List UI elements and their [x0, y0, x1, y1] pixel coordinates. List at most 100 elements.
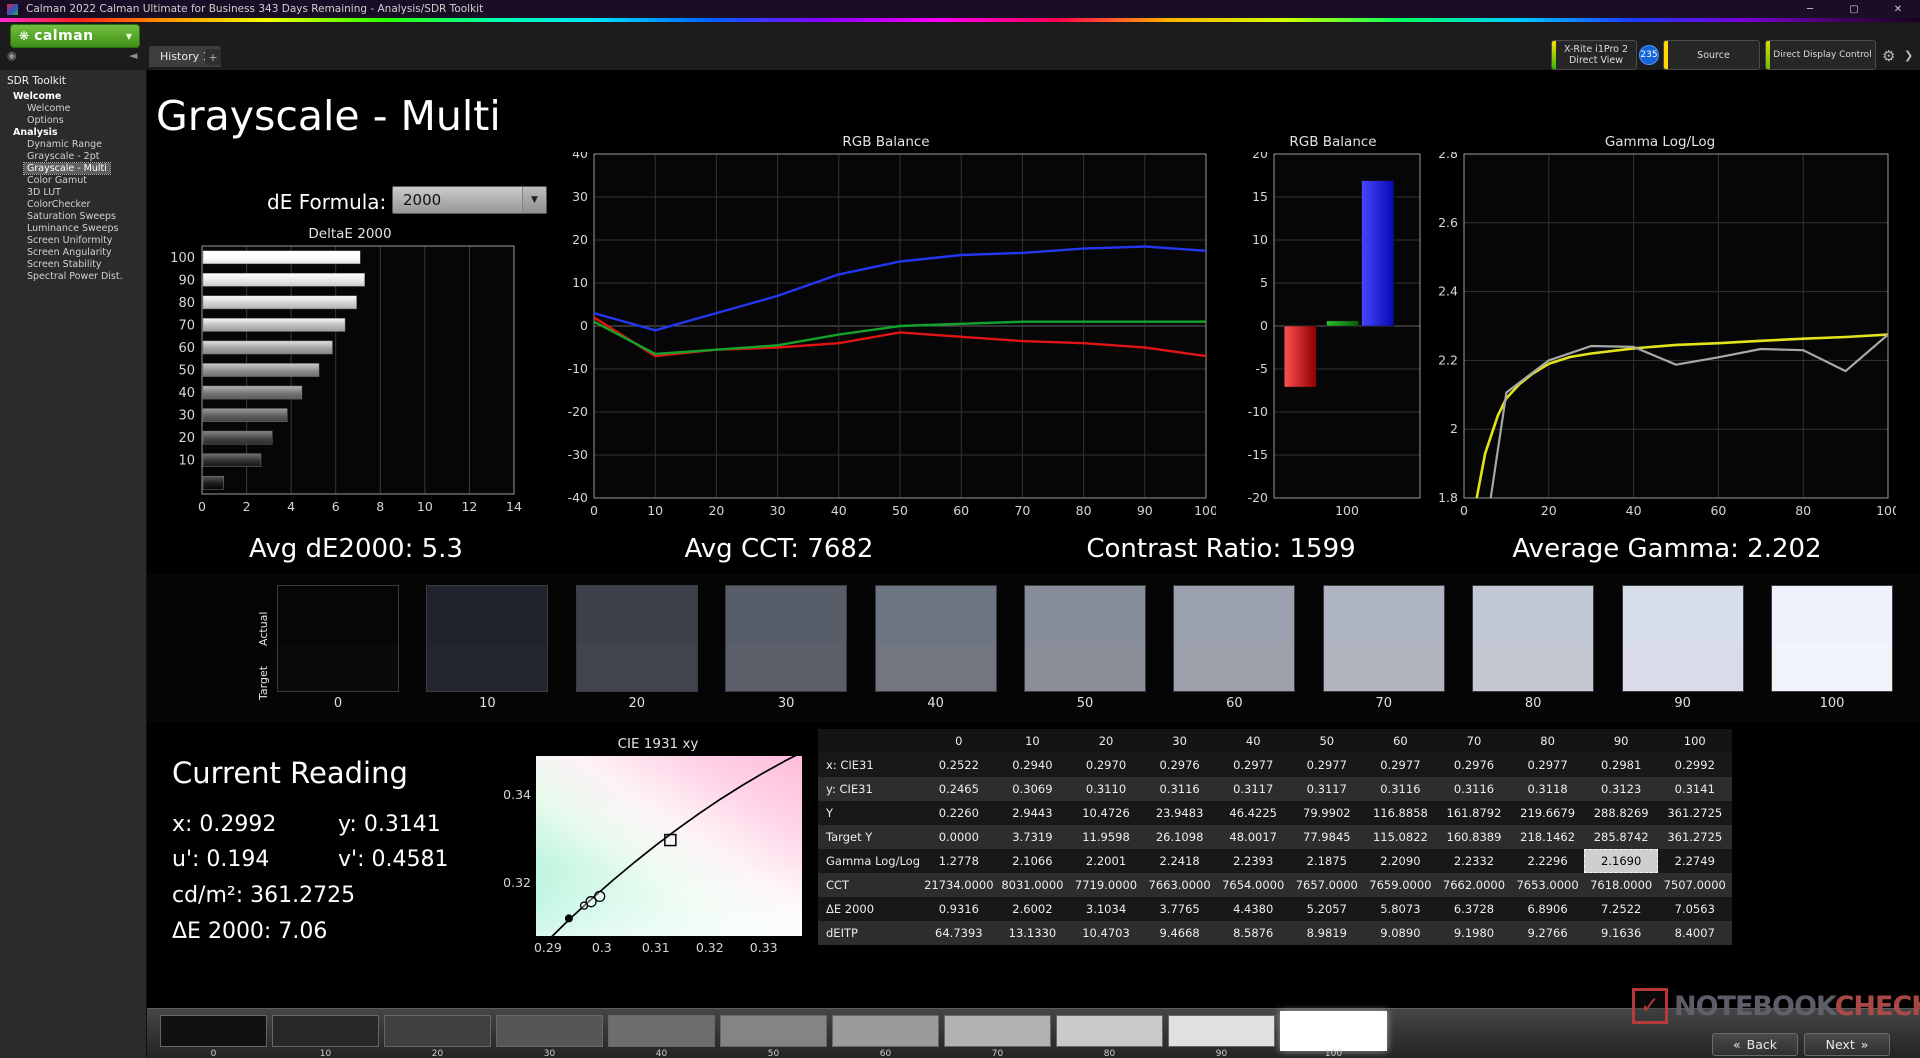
table-cell[interactable]: 2.6002 — [996, 897, 1070, 921]
table-cell[interactable]: 0.2977 — [1364, 753, 1438, 777]
table-cell[interactable]: 2.2332 — [1437, 849, 1511, 873]
table-cell[interactable]: 2.2749 — [1658, 849, 1732, 873]
table-cell[interactable]: 9.4668 — [1143, 921, 1217, 945]
table-cell[interactable]: 218.1462 — [1511, 825, 1585, 849]
sidebar-item-grayscale-multi[interactable]: Grayscale - Multi — [0, 162, 146, 175]
table-cell[interactable]: 77.9845 — [1290, 825, 1364, 849]
table-cell[interactable]: 3.7765 — [1143, 897, 1217, 921]
workflow-nav-icon[interactable]: ◉ — [7, 49, 17, 62]
table-cell[interactable]: 0.3116 — [1364, 777, 1438, 801]
pattern-swatch-40[interactable] — [608, 1015, 715, 1047]
table-cell[interactable]: 3.7319 — [996, 825, 1070, 849]
sidebar-item-welcome[interactable]: Welcome — [0, 91, 146, 103]
pattern-swatch-0[interactable] — [160, 1015, 267, 1047]
table-cell[interactable]: 160.8389 — [1437, 825, 1511, 849]
table-cell[interactable]: 0.3123 — [1584, 777, 1658, 801]
table-cell[interactable]: 0.3141 — [1658, 777, 1732, 801]
table-cell[interactable]: 8.5876 — [1216, 921, 1290, 945]
sidebar-item-label[interactable]: Screen Angularity — [24, 247, 115, 258]
table-cell[interactable]: 361.2725 — [1658, 825, 1732, 849]
table-cell[interactable]: 10.4703 — [1069, 921, 1143, 945]
table-cell[interactable]: 6.3728 — [1437, 897, 1511, 921]
table-cell[interactable]: 9.0890 — [1364, 921, 1438, 945]
sidebar-item-label[interactable]: Luminance Sweeps — [24, 223, 121, 234]
table-cell[interactable]: 7654.0000 — [1216, 873, 1290, 897]
pattern-swatch-70[interactable] — [944, 1015, 1051, 1047]
sidebar-item-saturation-sweeps[interactable]: Saturation Sweeps — [0, 211, 146, 223]
pattern-swatch-80[interactable] — [1056, 1015, 1163, 1047]
pattern-swatch-100[interactable] — [1280, 1011, 1387, 1051]
table-cell[interactable]: 2.9443 — [996, 801, 1070, 825]
de-formula-select[interactable]: 2000 ▼ — [392, 186, 547, 214]
sidebar-item-label[interactable]: Dynamic Range — [24, 139, 105, 150]
table-cell[interactable]: 2.2418 — [1143, 849, 1217, 873]
sidebar-item-luminance-sweeps[interactable]: Luminance Sweeps — [0, 223, 146, 235]
table-cell[interactable]: 0.3110 — [1069, 777, 1143, 801]
table-cell[interactable]: 0.2940 — [996, 753, 1070, 777]
table-cell[interactable]: 0.2977 — [1511, 753, 1585, 777]
table-cell[interactable]: 2.2090 — [1364, 849, 1438, 873]
table-cell[interactable]: 115.0822 — [1364, 825, 1438, 849]
calman-menu-button[interactable]: ❋ calman ▼ — [10, 24, 140, 48]
table-cell[interactable]: 9.1980 — [1437, 921, 1511, 945]
table-cell[interactable]: 9.2766 — [1511, 921, 1585, 945]
table-cell[interactable]: 13.1330 — [996, 921, 1070, 945]
table-cell[interactable]: 46.4225 — [1216, 801, 1290, 825]
sidebar-item-colorchecker[interactable]: ColorChecker — [0, 199, 146, 211]
table-cell[interactable]: 10.4726 — [1069, 801, 1143, 825]
table-cell[interactable]: 2.1066 — [996, 849, 1070, 873]
table-cell[interactable]: 0.3116 — [1143, 777, 1217, 801]
sidebar-item-label[interactable]: Analysis — [10, 127, 61, 138]
sidebar-item-analysis[interactable]: Analysis — [0, 127, 146, 139]
table-cell[interactable]: 79.9902 — [1290, 801, 1364, 825]
table-cell[interactable]: 361.2725 — [1658, 801, 1732, 825]
pattern-swatch-30[interactable] — [496, 1015, 603, 1047]
table-cell[interactable]: 219.6679 — [1511, 801, 1585, 825]
table-cell[interactable]: 64.7393 — [922, 921, 996, 945]
sidebar-item-spectral-power-dist[interactable]: Spectral Power Dist. — [0, 271, 146, 283]
table-cell[interactable]: 5.2057 — [1290, 897, 1364, 921]
pattern-swatch-60[interactable] — [832, 1015, 939, 1047]
table-cell[interactable]: 0.2976 — [1143, 753, 1217, 777]
table-cell[interactable]: 0.2522 — [922, 753, 996, 777]
table-cell[interactable]: 0.3117 — [1216, 777, 1290, 801]
table-cell[interactable]: 7.0563 — [1658, 897, 1732, 921]
chevron-right-icon[interactable]: ❯ — [1904, 49, 1913, 62]
sidebar-item-screen-angularity[interactable]: Screen Angularity — [0, 247, 146, 259]
pattern-swatch-20[interactable] — [384, 1015, 491, 1047]
table-cell[interactable]: 161.8792 — [1437, 801, 1511, 825]
sidebar-item-screen-stability[interactable]: Screen Stability — [0, 259, 146, 271]
table-cell[interactable]: 2.2001 — [1069, 849, 1143, 873]
table-cell[interactable]: 0.9316 — [922, 897, 996, 921]
table-cell[interactable]: 9.1636 — [1584, 921, 1658, 945]
table-cell[interactable]: 7657.0000 — [1290, 873, 1364, 897]
back-button[interactable]: « Back — [1712, 1033, 1798, 1056]
table-cell[interactable]: 26.1098 — [1143, 825, 1217, 849]
table-cell[interactable]: 23.9483 — [1143, 801, 1217, 825]
table-cell[interactable]: 288.8269 — [1584, 801, 1658, 825]
table-cell[interactable]: 116.8858 — [1364, 801, 1438, 825]
sidebar-item-label[interactable]: Screen Stability — [24, 259, 105, 270]
sidebar-item-welcome[interactable]: Welcome — [0, 103, 146, 115]
sidebar-item-label[interactable]: Options — [24, 115, 67, 126]
sidebar-item-screen-uniformity[interactable]: Screen Uniformity — [0, 235, 146, 247]
pattern-swatch-90[interactable] — [1168, 1015, 1275, 1047]
table-cell[interactable]: 7662.0000 — [1437, 873, 1511, 897]
table-cell[interactable]: 0.2260 — [922, 801, 996, 825]
sidebar-item-label[interactable]: Saturation Sweeps — [24, 211, 119, 222]
sidebar-item-dynamic-range[interactable]: Dynamic Range — [0, 139, 146, 151]
table-cell[interactable]: 7507.0000 — [1658, 873, 1732, 897]
table-cell[interactable]: 2.1690 — [1584, 849, 1658, 873]
sidebar-item-3d-lut[interactable]: 3D LUT — [0, 187, 146, 199]
table-cell[interactable]: 0.2977 — [1290, 753, 1364, 777]
next-button[interactable]: Next » — [1804, 1033, 1890, 1056]
table-cell[interactable]: 7663.0000 — [1143, 873, 1217, 897]
sidebar-item-label[interactable]: ColorChecker — [24, 199, 93, 210]
meter-button[interactable]: X-Rite i1Pro 2 Direct View — [1551, 40, 1637, 70]
table-cell[interactable]: 7.2522 — [1584, 897, 1658, 921]
table-cell[interactable]: 3.1034 — [1069, 897, 1143, 921]
table-cell[interactable]: 7653.0000 — [1511, 873, 1585, 897]
sidebar-item-options[interactable]: Options — [0, 115, 146, 127]
table-cell[interactable]: 8031.0000 — [996, 873, 1070, 897]
sidebar-item-label[interactable]: Grayscale - Multi — [23, 162, 111, 175]
